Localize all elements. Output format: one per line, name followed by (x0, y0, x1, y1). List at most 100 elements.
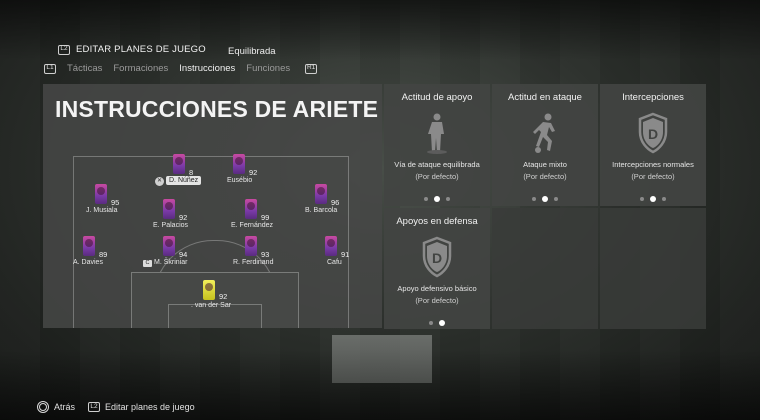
tile-actitud-apoyo[interactable]: Actitud de apoyo Vía de ataque equilibra… (384, 84, 490, 206)
player-rating: 99 (261, 213, 270, 222)
background-pillar (332, 335, 432, 383)
tab-funciones[interactable]: Funciones (246, 63, 290, 74)
player-right-back[interactable]: 91 Cafu (311, 234, 381, 274)
player-forward-right[interactable]: 92 Eusébio (221, 152, 291, 192)
tile-value: Ataque mixto (523, 160, 567, 169)
defense-shield-icon: D (422, 236, 452, 278)
player-left-back[interactable]: 89 A. Davies (73, 234, 143, 274)
option-dot (554, 197, 558, 201)
player-center-back-left[interactable]: 94 C M. Škriniar (143, 234, 213, 274)
l1-button-icon[interactable]: L1 (44, 63, 56, 74)
option-dot-active (542, 196, 548, 202)
player-card (203, 280, 215, 300)
panel-title: INSTRUCCIONES DE ARIETE (55, 96, 379, 122)
option-dot (446, 197, 450, 201)
tile-actitud-ataque[interactable]: Actitud en ataque Ataque mixto (Por defe… (492, 84, 598, 206)
option-dots (600, 196, 706, 202)
option-dot-active (439, 320, 445, 326)
player-left-wing[interactable]: 95 J. Musiala (83, 182, 153, 222)
player-striker[interactable]: 8 ✕ D. Núñez (153, 152, 223, 192)
footer-controls: Atrás L2 Editar planes de juego (37, 401, 195, 413)
tab-formaciones[interactable]: Formaciones (113, 63, 168, 74)
player-card (245, 199, 257, 219)
l2-button-icon[interactable]: L2 (58, 44, 70, 55)
player-center-mid-right[interactable]: 99 E. Fernández (229, 197, 299, 237)
standing-player-icon (427, 113, 447, 154)
player-rating: 92 (249, 168, 258, 177)
svg-text:D: D (648, 126, 658, 142)
tile-value: Apoyo defensivo básico (397, 284, 477, 293)
close-icon[interactable]: ✕ (155, 177, 164, 186)
player-card (163, 236, 175, 256)
r1-button-icon[interactable]: R1 (305, 63, 318, 74)
header-title: EDITAR PLANES DE JUEGO (76, 44, 206, 55)
player-name: Eusébio (227, 177, 253, 184)
option-dot-active (650, 196, 656, 202)
player-rating: 91 (341, 250, 350, 259)
player-card (83, 236, 95, 256)
tile-title: Intercepciones (622, 92, 684, 103)
player-card (325, 236, 337, 256)
tile-intercepciones[interactable]: Intercepciones D Intercepciones normales… (600, 84, 706, 206)
option-dots (384, 320, 490, 326)
player-name: Cafu (327, 259, 342, 266)
option-dots (384, 196, 490, 202)
page-header: L2 EDITAR PLANES DE JUEGO (58, 44, 206, 55)
player-card (95, 184, 107, 204)
tile-value: Vía de ataque equilibrada (394, 160, 480, 169)
player-name: J. Musiala (86, 207, 118, 214)
player-rating: 89 (99, 250, 108, 259)
l2-button-icon[interactable]: L2 (88, 402, 101, 412)
player-rating: 92 (219, 292, 228, 301)
player-rating: 95 (111, 198, 120, 207)
tile-value: Intercepciones normales (612, 160, 694, 169)
player-name: E. Fernández (231, 222, 274, 229)
player-rating: 93 (261, 250, 270, 259)
player-rating: 96 (331, 198, 340, 207)
tile-title: Actitud de apoyo (401, 92, 473, 103)
tile-apoyos-defensa[interactable]: Apoyos en defensa D Apoyo defensivo bási… (384, 208, 490, 329)
player-name: A. Davies (73, 259, 103, 266)
captain-badge-icon: C (143, 260, 152, 267)
option-dot (429, 321, 433, 325)
player-right-wing[interactable]: 96 B. Barcola (305, 182, 375, 222)
formation-panel: INSTRUCCIONES DE ARIETE 8 ✕ D. Núñez 92 … (43, 84, 382, 328)
game-plan-name: Equilibrada (228, 46, 276, 57)
player-card (173, 154, 185, 174)
option-dot (532, 197, 536, 201)
circle-button-icon[interactable] (37, 401, 49, 413)
player-name: E. Palacios (153, 222, 189, 229)
tile-default: (Por defecto) (523, 172, 567, 181)
player-center-mid-left[interactable]: 92 E. Palacios (149, 197, 219, 237)
player-goalkeeper[interactable]: 92 . van der Sar (185, 278, 255, 318)
svg-text:D: D (432, 250, 442, 266)
player-name: B. Barcola (305, 207, 338, 214)
tile-title: Actitud en ataque (508, 92, 582, 103)
defense-shield-icon: D (638, 112, 668, 154)
player-center-back-right[interactable]: 93 R. Ferdinand (229, 234, 299, 274)
back-label[interactable]: Atrás (54, 402, 75, 412)
tab-tacticas[interactable]: Tácticas (67, 63, 102, 74)
tile-empty (492, 208, 598, 329)
tile-title: Apoyos en defensa (396, 216, 478, 227)
tile-default: (Por defecto) (415, 172, 459, 181)
player-card (163, 199, 175, 219)
player-rating: 94 (179, 250, 188, 259)
tile-default: (Por defecto) (415, 296, 459, 305)
player-name: R. Ferdinand (233, 259, 274, 266)
player-card (315, 184, 327, 204)
option-dots (492, 196, 598, 202)
tab-instrucciones[interactable]: Instrucciones (179, 63, 235, 74)
tab-bar: L1 Tácticas Formaciones Instrucciones Fu… (44, 63, 318, 74)
running-player-icon (533, 113, 555, 153)
player-rating: 92 (179, 213, 188, 222)
tile-default: (Por defecto) (631, 172, 675, 181)
player-name: M. Škriniar (154, 259, 188, 266)
edit-game-plans-label[interactable]: Editar planes de juego (105, 402, 195, 412)
player-card (245, 236, 257, 256)
option-dot (640, 197, 644, 201)
option-dot-active (434, 196, 440, 202)
option-dot (662, 197, 666, 201)
option-dot (424, 197, 428, 201)
player-name: D. Núñez (166, 176, 202, 185)
